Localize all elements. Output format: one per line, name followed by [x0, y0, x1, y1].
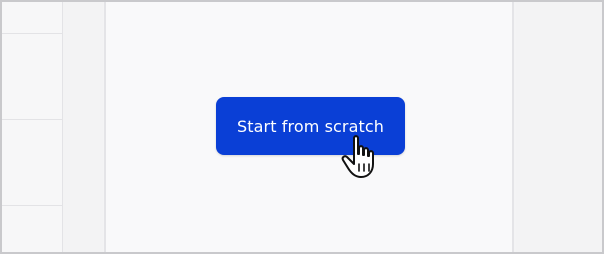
hand-pointer-icon: [341, 135, 374, 178]
divider: [2, 205, 62, 206]
app-window: Start from scratch: [0, 0, 604, 254]
gutter: [63, 2, 103, 252]
left-panel: [2, 2, 63, 252]
divider: [2, 119, 62, 120]
right-gutter: [516, 2, 602, 252]
divider: [2, 33, 62, 34]
